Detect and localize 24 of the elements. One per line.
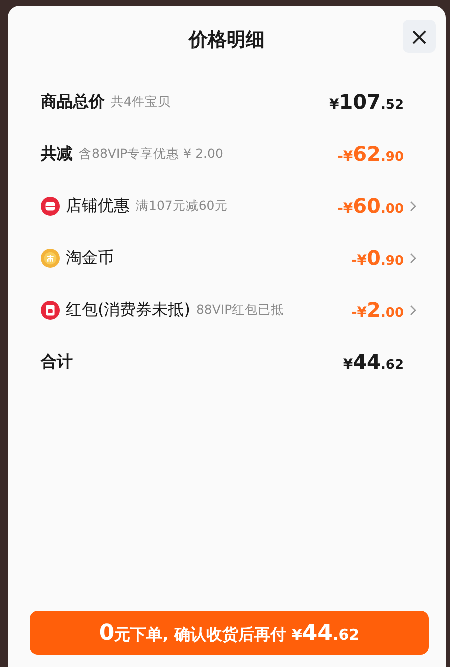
- chevron-icon[interactable]: [410, 252, 417, 264]
- chevron-icon[interactable]: [410, 304, 417, 316]
- amount: -¥62.90: [338, 142, 404, 166]
- amount: -¥2.00: [351, 298, 404, 322]
- row-label: 合计: [41, 352, 73, 372]
- chevron-icon[interactable]: [410, 200, 417, 212]
- amount: ¥107.52: [329, 90, 404, 114]
- row-note: 满107元减60元: [136, 198, 228, 214]
- row-label: 店铺优惠: [66, 196, 130, 216]
- amount: -¥0.90: [351, 246, 404, 270]
- close-button[interactable]: ×: [403, 20, 436, 53]
- sheet-title: 价格明细: [189, 28, 265, 53]
- envelope-icon: [41, 300, 60, 320]
- amount: ¥44.62: [343, 350, 404, 374]
- row-label: 淘金币: [66, 248, 114, 268]
- row-label: 商品总价: [41, 92, 105, 112]
- row-note: 88VIP红包已抵: [196, 302, 284, 318]
- row-label: 共减: [41, 144, 73, 164]
- row-note: 共4件宝贝: [111, 94, 171, 110]
- amount: -¥60.00: [338, 194, 404, 218]
- row-label: 红包(消费券未抵): [66, 300, 190, 320]
- store-icon: [41, 196, 60, 216]
- coin-icon: [41, 248, 60, 268]
- row-note: 含88VIP专享优惠 ¥ 2.00: [79, 146, 224, 162]
